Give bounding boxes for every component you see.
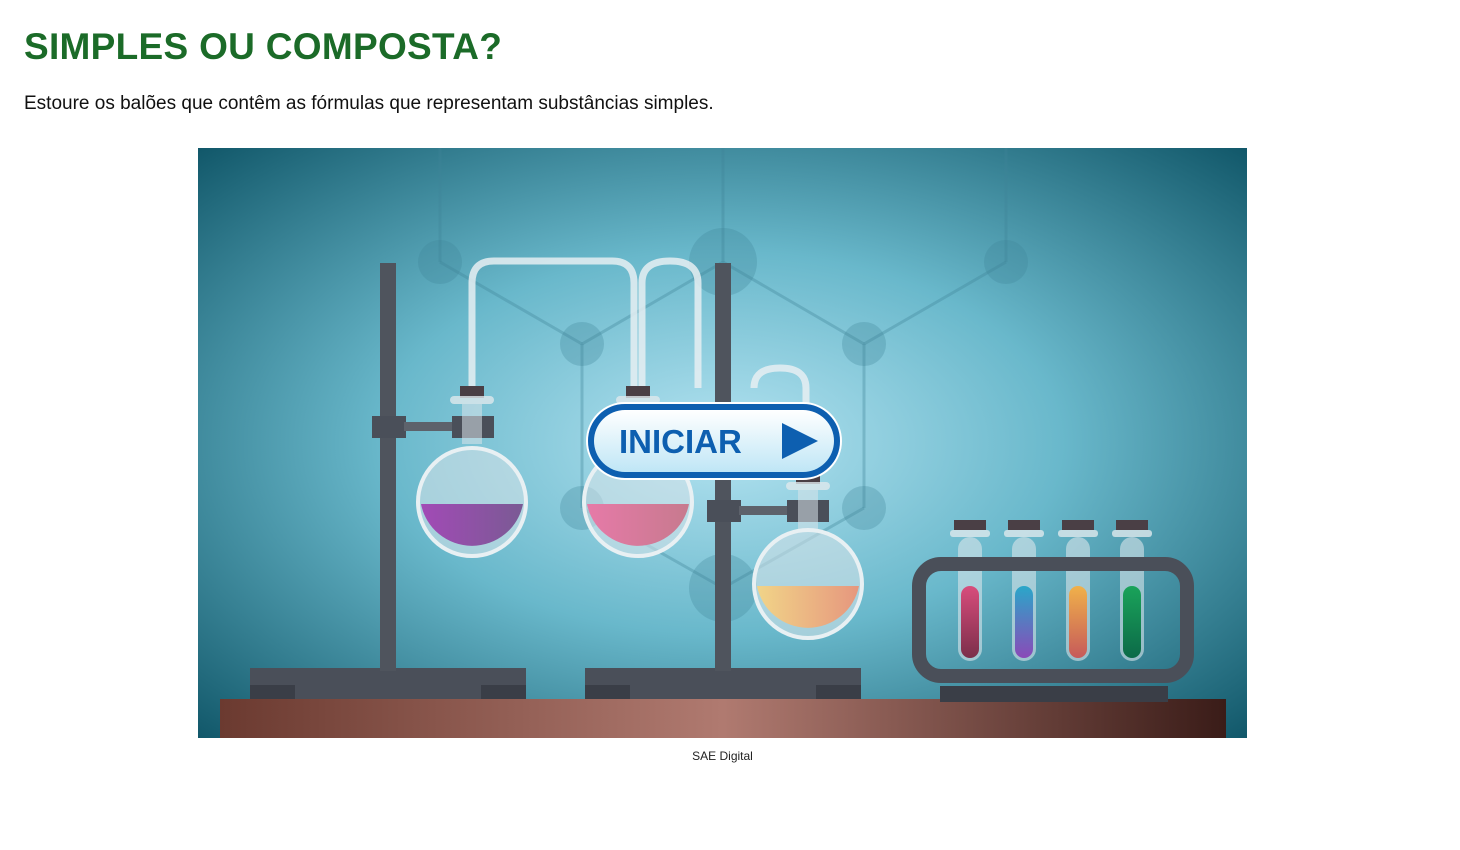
instruction-text: Estoure os balões que contêm as fórmulas…: [24, 93, 714, 114]
page-title: SIMPLES OU COMPOSTA?: [24, 26, 503, 67]
game-stage[interactable]: INICIAR: [198, 148, 1247, 738]
lab-table: [220, 699, 1226, 738]
start-button[interactable]: INICIAR: [586, 402, 842, 480]
image-credit: SAE Digital: [692, 749, 753, 763]
start-button-label: INICIAR: [619, 423, 742, 460]
